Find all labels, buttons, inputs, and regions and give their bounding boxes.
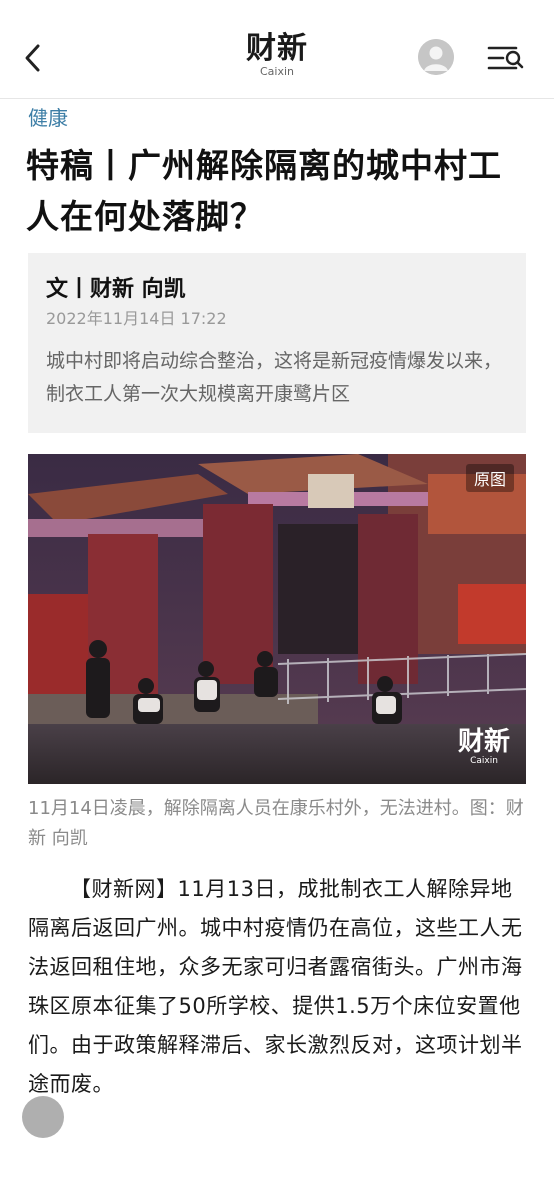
night-street-photo <box>28 454 526 784</box>
body-paragraph: 【财新网】11月13日，成批制衣工人解除异地隔离后返回广州。城中村疫情仍在高位，… <box>28 870 526 1104</box>
user-icon <box>418 39 454 75</box>
caixin-logo: 财新 Caixin <box>0 32 554 78</box>
watermark-text: 财新 <box>457 727 510 757</box>
article-body: 【财新网】11月13日，成批制衣工人解除异地隔离后返回广州。城中村疫情仍在高位，… <box>28 870 526 1104</box>
watermark-subtext: Caixin <box>470 756 498 766</box>
author-box: 文丨财新 向凯 2022年11月14日 17:22 城中村即将启动综合整治，这将… <box>28 253 526 433</box>
body-paragraph-text: 11月13日，成批制衣工人解除异地隔离后返回广州。城中村疫情仍在高位，这些工人无… <box>28 877 523 1096</box>
article-title: 特稿丨广州解除隔离的城中村工人在何处落脚？ <box>26 146 502 236</box>
menu-search-button[interactable] <box>486 43 526 75</box>
user-avatar-button[interactable] <box>418 39 454 75</box>
floating-action-button[interactable] <box>22 1096 64 1138</box>
logo-text: 财新 <box>246 31 308 66</box>
photo-caption: 11月14日凌晨，解除隔离人员在康乐村外，无法进村。图：财新 向凯 <box>28 798 524 849</box>
byline: 文丨财新 向凯 <box>46 277 186 302</box>
clipped-top-text <box>0 0 554 10</box>
logo-subtext: Caixin <box>259 65 294 78</box>
article-page: 财新 Caixin 健康 特稿丨广州解除隔离的城中村工人在何处落脚？ 文丨财新 … <box>0 0 554 1200</box>
menu-search-icon <box>487 46 524 70</box>
app-header: 财新 Caixin <box>0 10 554 99</box>
body-source-tag: 【财新网】 <box>70 877 178 901</box>
photo-watermark: 财新 Caixin <box>458 728 510 766</box>
article-photo[interactable]: 原图 财新 Caixin <box>28 454 526 784</box>
article-summary: 城中村即将启动综合整治，这将是新冠疫情爆发以来，制衣工人第一次大规模离开康鹭片区 <box>46 350 503 405</box>
category-label[interactable]: 健康 <box>28 102 68 131</box>
original-image-badge[interactable]: 原图 <box>465 464 514 492</box>
publish-datetime: 2022年11月14日 17:22 <box>46 309 227 328</box>
